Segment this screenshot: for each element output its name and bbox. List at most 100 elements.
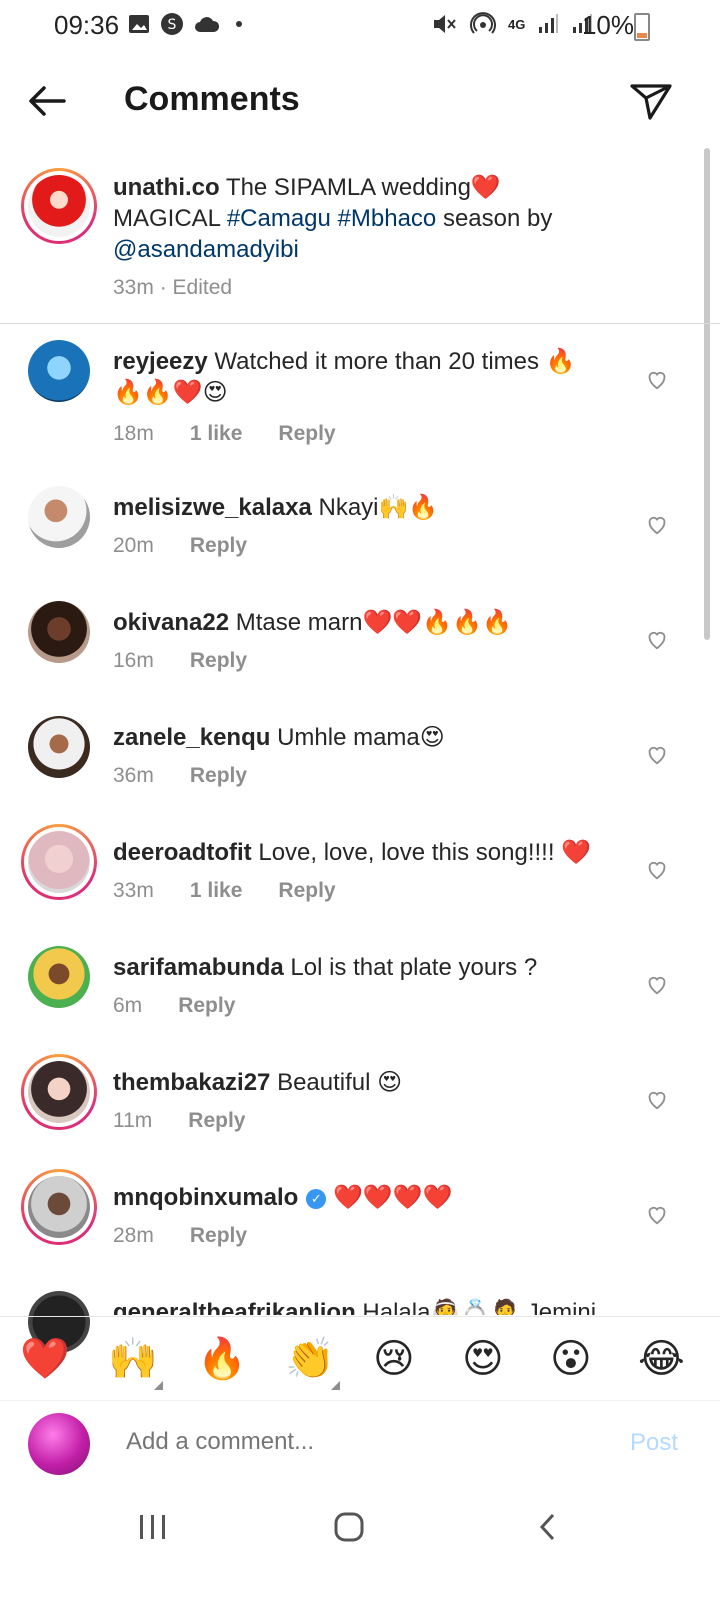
avatar[interactable] <box>28 946 90 1008</box>
comment-meta: 6m Reply <box>113 994 235 1018</box>
emoji-heart-button[interactable]: ❤️ <box>20 1335 70 1383</box>
comment-input[interactable] <box>124 1427 568 1457</box>
caption-space <box>331 205 338 232</box>
comment-time: 16m <box>113 649 154 672</box>
reply-button[interactable]: Reply <box>190 764 247 788</box>
comment-username[interactable]: deeroadtofit <box>113 839 252 866</box>
system-icons: 4G <box>432 12 593 36</box>
comment-body: Watched it more than 20 times 🔥 <box>207 348 576 375</box>
reply-button[interactable]: Reply <box>188 1109 245 1133</box>
direct-send-icon[interactable] <box>628 78 674 124</box>
comment-composer: Post <box>0 1400 720 1491</box>
avatar[interactable] <box>28 1176 90 1238</box>
comment-meta: 20m Reply <box>113 534 247 558</box>
caption-text: unathi.co The SIPAMLA wedding❤️ MAGICAL … <box>113 172 613 265</box>
like-count[interactable]: 1 like <box>190 879 243 903</box>
comment-body: Nkayi🙌🔥 <box>311 494 439 521</box>
notification-icons: S <box>128 12 242 36</box>
battery-icon <box>634 13 650 41</box>
emoji-fire-button[interactable]: 🔥 <box>197 1335 247 1383</box>
comment-text: okivana22 Mtase marn❤️❤️🔥🔥🔥 <box>113 607 613 638</box>
emoji-wow-button[interactable]: 😮 <box>550 1335 592 1383</box>
avatar[interactable] <box>28 340 90 402</box>
avatar-ring[interactable] <box>21 1054 97 1130</box>
comment-username[interactable]: sarifamabunda <box>113 954 284 981</box>
comment-body: Beautiful 😍 <box>270 1069 403 1096</box>
reply-button[interactable]: Reply <box>178 994 235 1018</box>
emoji-raised-hands-button[interactable]: 🙌 <box>108 1335 158 1383</box>
comment-username[interactable]: reyjeezy <box>113 348 208 375</box>
avatar[interactable] <box>28 486 90 548</box>
comment-username[interactable]: zanele_kenqu <box>113 724 270 751</box>
comment-meta: 33m 1 like Reply <box>113 879 336 903</box>
comment-username[interactable]: thembakazi27 <box>113 1069 270 1096</box>
hashtag-link[interactable]: #Camagu <box>227 205 331 232</box>
comment-text: sarifamabunda Lol is that plate yours ? <box>113 952 613 983</box>
back-arrow-icon[interactable] <box>24 78 70 124</box>
mention-link[interactable]: @asandamadyibi <box>113 236 299 263</box>
avatar[interactable] <box>28 716 90 778</box>
scrollbar[interactable] <box>704 148 710 640</box>
caption-body-2: MAGICAL <box>113 205 227 232</box>
mute-icon <box>434 15 456 33</box>
divider <box>0 323 720 324</box>
reply-button[interactable]: Reply <box>278 422 335 446</box>
avatar-ring[interactable] <box>21 168 97 244</box>
avatar-ring[interactable] <box>21 1169 97 1245</box>
heart-outline-icon[interactable] <box>646 369 668 391</box>
comment-time: 33m <box>113 879 154 902</box>
back-nav-icon[interactable] <box>538 1512 558 1542</box>
like-count[interactable]: 1 like <box>190 422 243 446</box>
comment-body: Halala👰💍🤵 Jemini <box>355 1299 597 1315</box>
caption-meta: 33m · Edited <box>113 276 232 300</box>
heart-outline-icon[interactable] <box>646 1089 668 1111</box>
quick-emoji-bar: ❤️ 🙌 🔥 👏 😢 😍 😮 😂 <box>0 1316 720 1401</box>
comment-meta: 36m Reply <box>113 764 247 788</box>
reply-button[interactable]: Reply <box>190 1224 247 1248</box>
battery-percent: 10% <box>581 10 634 40</box>
emoji-heart-eyes-button[interactable]: 😍 <box>462 1335 504 1383</box>
emoji-clap-button[interactable]: 👏 <box>285 1335 335 1383</box>
sync-icon: S <box>161 13 183 35</box>
comment-body-2: 🔥🔥❤️😍 <box>113 379 228 406</box>
heart-outline-icon[interactable] <box>646 514 668 536</box>
heart-outline-icon[interactable] <box>646 744 668 766</box>
heart-outline-icon[interactable] <box>646 629 668 651</box>
recent-apps-icon[interactable] <box>138 1514 168 1540</box>
reply-button[interactable]: Reply <box>190 534 247 558</box>
avatar[interactable] <box>28 831 90 893</box>
heart-outline-icon[interactable] <box>646 1204 668 1226</box>
gallery-icon <box>129 15 149 33</box>
post-button[interactable]: Post <box>630 1429 678 1457</box>
avatar-ring[interactable] <box>21 824 97 900</box>
verified-badge-icon: ✓ <box>306 1188 327 1209</box>
hashtag-link[interactable]: #Mbhaco <box>338 205 437 232</box>
home-icon[interactable] <box>334 1512 364 1542</box>
comment-text: zanele_kenqu Umhle mama😍 <box>113 722 613 753</box>
heart-outline-icon[interactable] <box>646 974 668 996</box>
clock: 09:36 <box>54 10 120 40</box>
meta-separator: · <box>153 276 173 299</box>
reply-button[interactable]: Reply <box>190 649 247 673</box>
caption-username[interactable]: unathi.co <box>113 174 220 201</box>
skin-tone-indicator <box>154 1381 163 1390</box>
comment-text: deeroadtofit Love, love, love this song!… <box>113 837 613 868</box>
avatar[interactable] <box>28 175 90 237</box>
svg-text:S: S <box>168 17 177 33</box>
comment-username[interactable]: generaltheafrikanlion <box>113 1299 356 1315</box>
caption-time: 33m <box>113 276 154 299</box>
comment-username[interactable]: okivana22 <box>113 609 229 636</box>
reply-button[interactable]: Reply <box>278 879 335 903</box>
comment-text: mnqobinxumalo ✓ ❤️❤️❤️❤️ <box>113 1182 613 1213</box>
caption-body: The SIPAMLA wedding❤️ <box>219 174 501 201</box>
comment-username[interactable]: melisizwe_kalaxa <box>113 494 312 521</box>
page-title: Comments <box>124 80 300 118</box>
heart-outline-icon[interactable] <box>646 859 668 881</box>
comment-body: ❤️❤️❤️❤️ <box>326 1184 453 1211</box>
emoji-cry-button[interactable]: 😢 <box>373 1335 415 1383</box>
emoji-laugh-button[interactable]: 😂 <box>638 1335 685 1383</box>
comment-username[interactable]: mnqobinxumalo <box>113 1184 298 1211</box>
comment-time: 20m <box>113 534 154 557</box>
avatar[interactable] <box>28 1061 90 1123</box>
avatar[interactable] <box>28 601 90 663</box>
